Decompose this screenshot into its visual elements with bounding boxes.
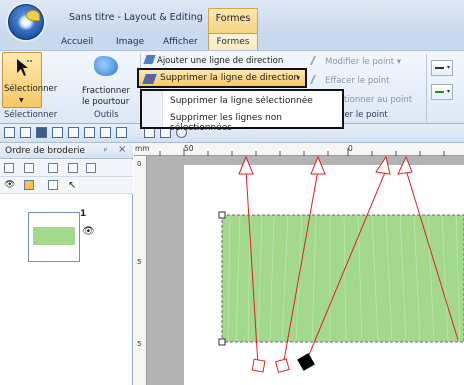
canvas-shape-layer — [159, 148, 464, 373]
app-orb-icon[interactable] — [8, 4, 44, 40]
direction-handle — [251, 358, 266, 373]
direction-arrow-head — [375, 155, 391, 175]
direction-arrow-head — [397, 155, 413, 175]
direction-arrow-head — [238, 155, 254, 175]
direction-handle-selected — [297, 353, 315, 371]
direction-handle — [275, 358, 290, 373]
direction-arrow-head — [310, 155, 326, 175]
